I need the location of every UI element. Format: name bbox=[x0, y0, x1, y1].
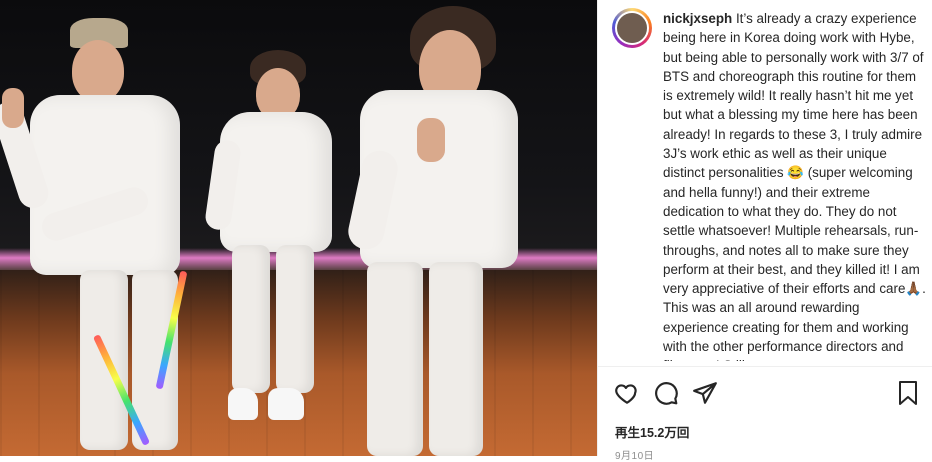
dancer-right bbox=[344, 0, 520, 456]
praying-hands-emoji-icon: 🙏🏾 bbox=[905, 281, 923, 297]
post-side-panel: nickjxseph It’s already a crazy experien… bbox=[597, 0, 932, 456]
story-ring[interactable] bbox=[612, 8, 652, 48]
dancer-left bbox=[0, 0, 200, 456]
username-link[interactable]: nickjxseph bbox=[663, 11, 732, 26]
caption-text-part-1: It’s already a crazy experience being he… bbox=[663, 11, 924, 181]
avatar[interactable] bbox=[615, 11, 649, 45]
laughing-emoji-icon: 😂 bbox=[787, 165, 804, 181]
post-date[interactable]: 9月10日 bbox=[615, 447, 654, 462]
view-count: 再生15.2万回 bbox=[615, 426, 690, 440]
post-video[interactable] bbox=[0, 0, 597, 456]
comment-icon[interactable] bbox=[653, 380, 681, 408]
divider bbox=[598, 366, 932, 367]
bookmark-icon[interactable] bbox=[896, 380, 922, 406]
caption-text-part-2: (super welcoming and hella funny!) and t… bbox=[663, 165, 920, 297]
post-caption: nickjxseph It’s already a crazy experien… bbox=[663, 9, 927, 361]
heart-icon[interactable] bbox=[614, 380, 642, 408]
dancer-middle bbox=[203, 0, 340, 456]
share-icon[interactable] bbox=[692, 380, 720, 408]
